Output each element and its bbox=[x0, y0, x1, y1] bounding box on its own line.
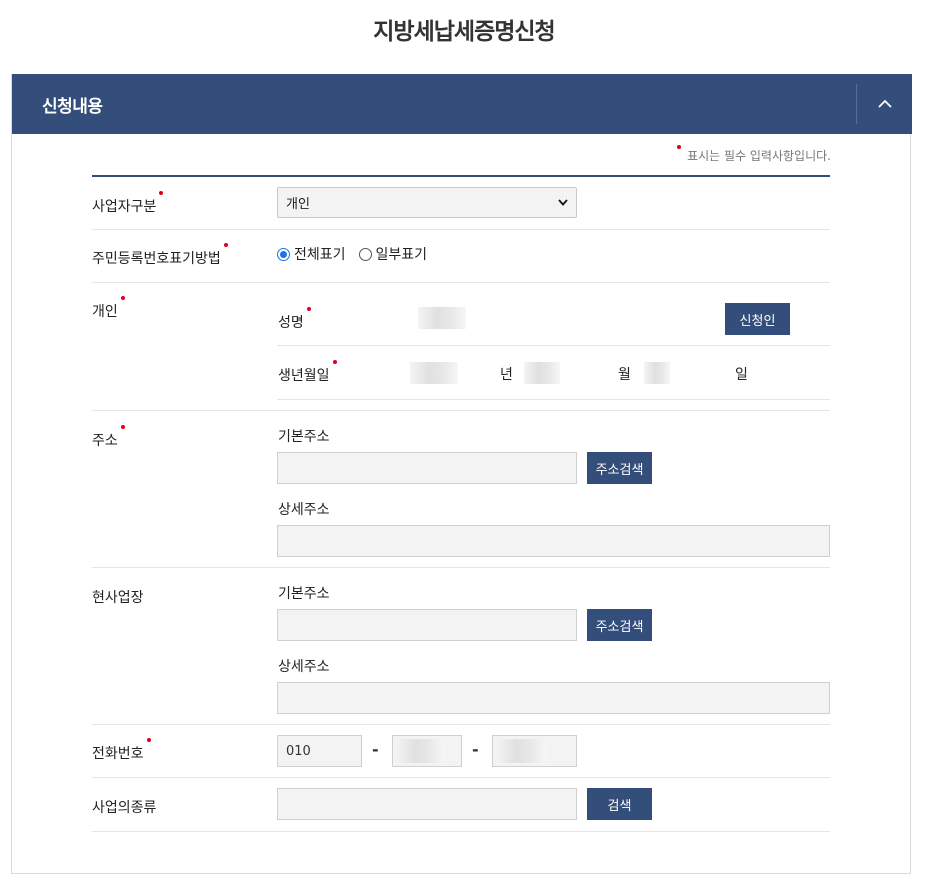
address-search-button[interactable]: 주소검색 bbox=[587, 452, 652, 484]
sub-row-divider bbox=[277, 345, 830, 346]
business-type-select[interactable]: 개인 bbox=[277, 187, 577, 218]
sub-row-divider bbox=[277, 399, 830, 400]
row-divider bbox=[92, 229, 830, 230]
chevron-up-icon bbox=[877, 99, 892, 108]
business-site-detail-input[interactable] bbox=[277, 682, 830, 714]
day-unit: 일 bbox=[735, 367, 748, 383]
row-divider bbox=[92, 777, 830, 778]
name-label: 성명 bbox=[278, 307, 311, 332]
business-site-label: 현사업장 bbox=[92, 590, 144, 606]
year-unit: 년 bbox=[500, 367, 513, 383]
address-detail-label: 상세주소 bbox=[278, 502, 330, 518]
address-basic-input[interactable] bbox=[277, 452, 577, 484]
name-value-redacted bbox=[418, 307, 466, 329]
phone-last-redacted bbox=[496, 739, 546, 763]
phone-prefix-input[interactable]: 010 bbox=[277, 735, 362, 767]
required-marker bbox=[223, 243, 228, 247]
required-marker bbox=[120, 296, 125, 300]
birth-year-redacted bbox=[410, 362, 458, 384]
business-kind-search-button[interactable]: 검색 bbox=[587, 788, 652, 820]
business-kind-input[interactable] bbox=[277, 788, 577, 820]
month-unit: 월 bbox=[618, 367, 631, 383]
business-type-label: 사업자구분 bbox=[92, 191, 164, 216]
collapse-toggle-button[interactable] bbox=[857, 74, 912, 134]
birth-day-redacted bbox=[644, 362, 670, 384]
phone-middle-redacted bbox=[396, 739, 444, 763]
business-site-basic-input[interactable] bbox=[277, 609, 577, 641]
required-note: 표시는 필수 입력사항입니다. bbox=[560, 145, 831, 164]
business-kind-label: 사업의종류 bbox=[92, 800, 157, 816]
phone-label: 전화번호 bbox=[92, 738, 151, 763]
chevron-down-icon bbox=[558, 199, 568, 206]
row-divider bbox=[92, 831, 830, 832]
panel-header: 신청내용 bbox=[12, 74, 912, 134]
required-marker bbox=[306, 307, 311, 311]
business-site-detail-label: 상세주소 bbox=[278, 659, 330, 675]
row-divider bbox=[92, 724, 830, 725]
row-divider bbox=[92, 282, 830, 283]
required-marker bbox=[677, 145, 682, 149]
address-label: 주소 bbox=[92, 425, 125, 450]
radio-partial-display[interactable]: 일부표기 bbox=[358, 244, 427, 264]
birth-month-redacted bbox=[524, 362, 560, 384]
row-divider bbox=[92, 410, 830, 411]
business-site-basic-label: 기본주소 bbox=[278, 586, 330, 602]
phone-separator: - bbox=[372, 740, 379, 759]
birthdate-label: 생년월일 bbox=[278, 360, 337, 385]
radio-full-display-control[interactable] bbox=[277, 247, 290, 261]
form-top-rule bbox=[92, 175, 830, 177]
individual-label: 개인 bbox=[92, 296, 125, 321]
applicant-button[interactable]: 신청인 bbox=[725, 303, 790, 335]
page-title: 지방세납세증명신청 bbox=[373, 19, 555, 45]
radio-partial-display-control[interactable] bbox=[358, 247, 372, 261]
panel-title: 신청내용 bbox=[42, 97, 103, 117]
business-site-search-button[interactable]: 주소검색 bbox=[587, 609, 652, 641]
id-display-label: 주민등록번호표기방법 bbox=[92, 243, 228, 268]
required-marker bbox=[120, 425, 125, 429]
address-basic-label: 기본주소 bbox=[278, 429, 330, 445]
required-marker bbox=[146, 738, 151, 742]
phone-separator: - bbox=[472, 740, 479, 759]
radio-full-display[interactable]: 전체표기 bbox=[277, 244, 346, 264]
required-marker bbox=[332, 360, 337, 364]
row-divider bbox=[92, 567, 830, 568]
address-detail-input[interactable] bbox=[277, 525, 830, 557]
id-display-radio-group: 전체표기 일부표기 bbox=[277, 244, 440, 264]
